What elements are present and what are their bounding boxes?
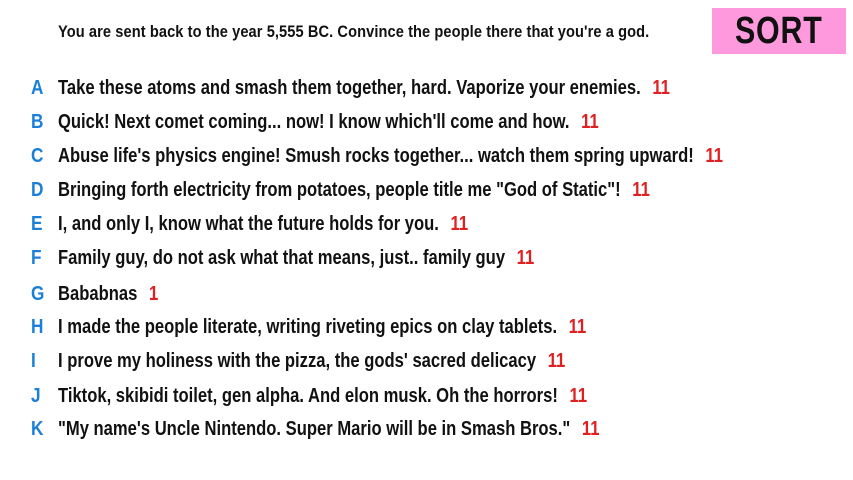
answer-text: I, and only I, know what the future hold… — [58, 212, 439, 235]
answer-letter: H — [31, 315, 44, 338]
sort-button[interactable]: SORT — [712, 8, 846, 54]
answer-text: "My name's Uncle Nintendo. Super Mario w… — [58, 417, 571, 440]
sort-button-label: SORT — [735, 9, 823, 52]
answer-text: Abuse life's physics engine! Smush rocks… — [58, 144, 694, 167]
question-prompt: You are sent back to the year 5,555 BC. … — [58, 22, 650, 41]
answer-text: I prove my holiness with the pizza, the … — [58, 349, 537, 372]
answer-text: Take these atoms and smash them together… — [58, 76, 641, 99]
answer-letter: D — [31, 178, 44, 201]
answer-letter: F — [31, 246, 42, 269]
answer-text: Family guy, do not ask what that means, … — [58, 246, 506, 269]
answer-text: Quick! Next comet coming... now! I know … — [58, 110, 570, 133]
answer-vote-count: 11 — [632, 178, 650, 201]
answer-letter: C — [31, 144, 44, 167]
answer-vote-count: 11 — [569, 384, 588, 407]
game-screen: You are sent back to the year 5,555 BC. … — [0, 0, 853, 480]
answer-vote-count: 1 — [148, 282, 159, 305]
answer-vote-count: 11 — [652, 76, 670, 99]
answer-vote-count: 11 — [450, 212, 469, 235]
answer-letter: K — [31, 417, 44, 440]
answer-text: Tiktok, skibidi toilet, gen alpha. And e… — [58, 384, 558, 407]
answer-vote-count: 11 — [547, 349, 566, 372]
answer-vote-count: 11 — [516, 246, 535, 269]
answer-letter: I — [31, 349, 36, 372]
answer-letter: G — [31, 282, 45, 305]
answer-letter: A — [31, 76, 44, 99]
answer-text: Bringing forth electricity from potatoes… — [58, 178, 621, 201]
answer-text: Bababnas — [58, 282, 138, 305]
answer-letter: B — [31, 110, 44, 133]
answer-vote-count: 11 — [568, 315, 587, 338]
answer-vote-count: 11 — [581, 417, 600, 440]
answer-text: I made the people literate, writing rive… — [58, 315, 558, 338]
answer-letter: J — [31, 384, 41, 407]
answer-vote-count: 11 — [581, 110, 599, 133]
answer-letter: E — [31, 212, 43, 235]
answer-vote-count: 11 — [705, 144, 723, 167]
